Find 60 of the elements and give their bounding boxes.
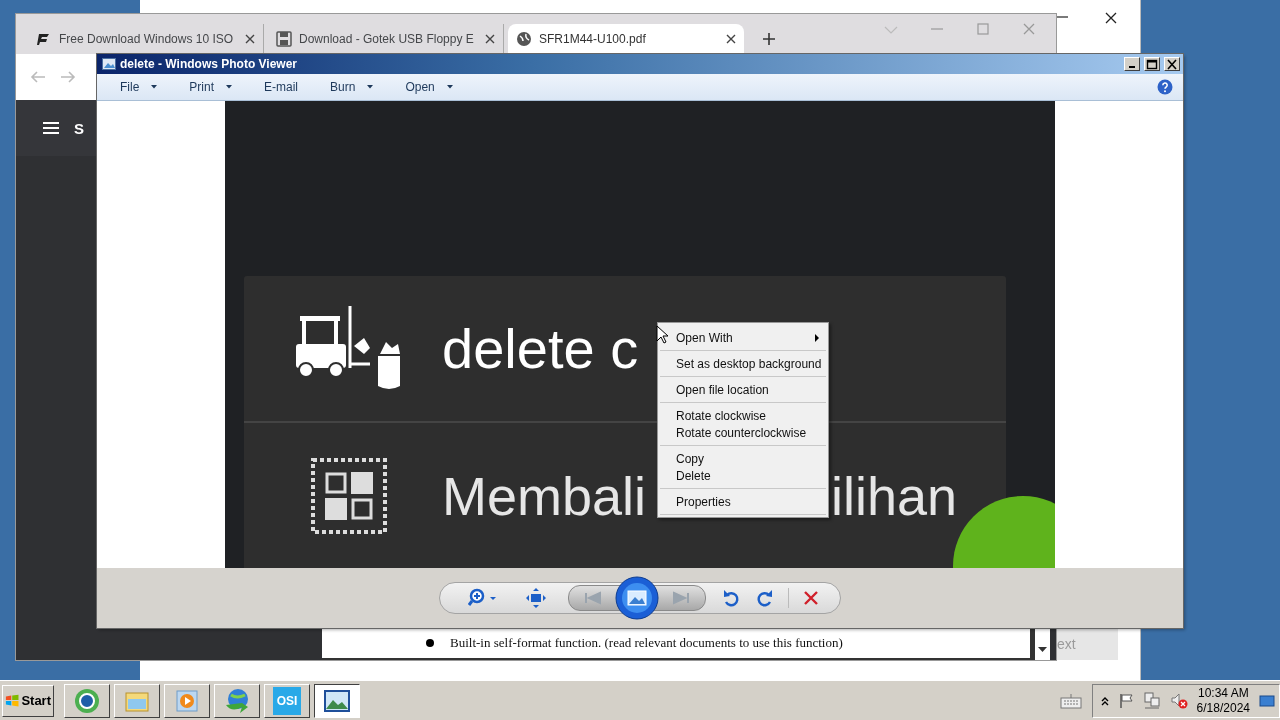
menu-item[interactable]: Burn [321, 76, 383, 98]
menu-item[interactable]: File [111, 76, 167, 98]
window-title: delete - Windows Photo Viewer [120, 57, 299, 71]
start-button[interactable]: Start [2, 684, 54, 717]
browser-tab[interactable]: SFR1M44-U100.pdf [508, 24, 744, 54]
bullet-icon [426, 639, 434, 647]
scrollbar[interactable] [1030, 628, 1050, 660]
menu-item[interactable]: Print [180, 76, 242, 98]
delete-icon[interactable] [803, 590, 819, 606]
zoom-icon[interactable] [468, 588, 498, 608]
down-arrow-icon[interactable] [1038, 647, 1047, 653]
windows-logo-icon [5, 692, 20, 709]
close-icon[interactable] [485, 34, 495, 44]
close-button[interactable] [1164, 57, 1180, 71]
chevron-up-icon[interactable] [1100, 695, 1109, 706]
select-all-icon [311, 457, 387, 534]
pdf-text: Built-in self-format function. (read relevant documents to use this function) [450, 635, 843, 651]
slideshow-button-icon[interactable] [615, 576, 659, 620]
menu-item[interactable]: Rotate clockwise [660, 407, 826, 424]
help-icon[interactable] [1157, 79, 1173, 95]
rotate-clockwise-icon[interactable] [756, 589, 774, 607]
logo-icon [36, 31, 52, 47]
speaker-muted-icon[interactable] [1169, 691, 1188, 710]
close-icon[interactable] [726, 34, 736, 44]
flag-icon[interactable] [1117, 692, 1134, 709]
globe-download-icon [223, 686, 251, 715]
header-title: S [74, 119, 84, 137]
menu-item[interactable]: E-mail [255, 76, 308, 98]
new-tab-icon[interactable] [762, 32, 776, 46]
menu-icon[interactable] [42, 121, 60, 135]
close-icon [1166, 58, 1178, 70]
clock-time: 10:34 AM [1197, 685, 1249, 701]
floppy-icon [276, 31, 292, 47]
clock-date: 6/18/2024 [1196, 700, 1250, 716]
maximize-icon [1146, 58, 1158, 70]
globe-icon [516, 31, 532, 47]
close-icon[interactable] [245, 34, 255, 44]
menu-item[interactable]: Set as desktop background [660, 355, 826, 372]
rotate-counterclockwise-icon[interactable] [722, 589, 740, 607]
show-desktop-icon[interactable] [1259, 693, 1275, 708]
menu-item[interactable]: Open [396, 76, 462, 98]
menu-item[interactable]: Delete [660, 467, 826, 484]
mouse-pointer-icon [656, 325, 668, 344]
browser-icon [73, 686, 101, 715]
menu-item[interactable]: Copy [660, 450, 826, 467]
image-text: delete c [442, 316, 639, 381]
menu-item[interactable]: Rotate counterclockwise [660, 424, 826, 441]
taskbar-app[interactable] [314, 683, 360, 718]
maximize-button[interactable] [1144, 57, 1160, 71]
image-text: ilihan [830, 464, 957, 527]
image-text: Membali [442, 464, 647, 527]
app-icon-label: OSI [273, 686, 301, 715]
minimize-button[interactable] [1124, 57, 1140, 71]
network-icon[interactable] [1142, 691, 1161, 710]
fit-to-window-icon[interactable] [526, 588, 546, 608]
close-icon[interactable] [1103, 10, 1119, 26]
menu-item[interactable]: Properties [660, 493, 826, 510]
minimize-icon [1129, 66, 1135, 68]
menu-item[interactable]: Open file location [660, 381, 826, 398]
photo-app-icon [102, 58, 116, 70]
